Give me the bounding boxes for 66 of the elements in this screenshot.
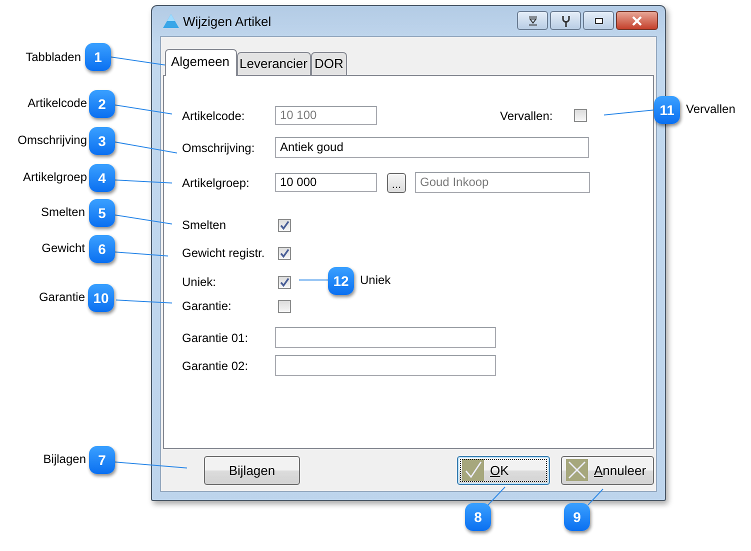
- cross-icon: [566, 459, 588, 481]
- callout-badge: 10: [88, 284, 114, 312]
- callout-label: Artikelcode: [28, 96, 87, 110]
- field-label: Vervallen:: [500, 108, 553, 122]
- callout-label: Uniek: [360, 273, 391, 287]
- leader-line: [114, 214, 172, 224]
- leader-line: [116, 300, 172, 304]
- field-label: Artikelcode:: [182, 108, 246, 122]
- leader-line: [110, 56, 166, 66]
- minimize-icon[interactable]: [583, 11, 614, 30]
- callout-label: Gewicht: [42, 241, 85, 255]
- checkbox[interactable]: [278, 276, 291, 288]
- leader-line: [114, 104, 172, 114]
- field-label: Artikelgroep:: [182, 176, 250, 190]
- tab[interactable]: DOR: [311, 52, 348, 75]
- callout-badge: 9: [564, 503, 590, 531]
- leader-line: [488, 486, 506, 506]
- leader-line: [114, 180, 172, 184]
- lookup-button[interactable]: ...: [387, 172, 406, 192]
- checkbox[interactable]: [278, 300, 291, 312]
- input-field[interactable]: Goud Inkoop: [415, 172, 590, 193]
- callout-label: Smelten: [40, 205, 85, 219]
- checkbox-label: Smelten: [182, 218, 228, 232]
- cancel-button[interactable]: Annuleer: [561, 456, 654, 484]
- callout-label: Tabbladen: [26, 50, 81, 64]
- callout-label: Garantie: [38, 290, 85, 304]
- checkbox[interactable]: [574, 109, 587, 122]
- input-field[interactable]: [275, 327, 496, 348]
- input-field[interactable]: Antiek goud: [275, 137, 589, 158]
- callout-label: Omschrijving: [18, 133, 87, 147]
- tab[interactable]: Leverancier: [236, 52, 312, 75]
- callout-badge: 5: [89, 199, 115, 227]
- checkbox[interactable]: [278, 246, 291, 260]
- checkmark-icon: [462, 459, 484, 481]
- field-label: Omschrijving:: [182, 140, 256, 154]
- callout-badge: 1: [85, 43, 111, 71]
- callout-label: Bijlagen: [43, 452, 86, 466]
- callout-badge: 12: [328, 267, 354, 295]
- callout-badge: 11: [654, 96, 680, 124]
- callout-badge: 6: [89, 235, 115, 263]
- callout-label: Artikelgroep: [22, 170, 87, 184]
- leader-line: [114, 142, 178, 154]
- attachments-button[interactable]: Bijlagen: [204, 456, 300, 484]
- ok-button[interactable]: OK: [457, 456, 550, 484]
- checkbox-label: Garantie:: [182, 299, 232, 313]
- tab[interactable]: Algemeen: [165, 49, 237, 76]
- callout-badge: 8: [465, 503, 491, 531]
- field-label: Garantie 01:: [182, 330, 250, 344]
- triangle-logo-icon: [163, 14, 179, 28]
- checkbox-label: Uniek:: [182, 275, 218, 289]
- input-field[interactable]: 10 000: [275, 173, 377, 192]
- checkbox[interactable]: [278, 218, 291, 232]
- close-icon[interactable]: [616, 11, 658, 30]
- callout-label: Vervallen: [686, 102, 736, 116]
- callout-badge: 4: [89, 164, 115, 192]
- checkbox-label: Gewicht registr.: [182, 246, 266, 260]
- callout-badge: 7: [89, 446, 115, 474]
- leader-line: [604, 110, 654, 116]
- callout-badge: 3: [89, 127, 115, 155]
- field-label: Garantie 02:: [182, 358, 250, 372]
- leader-line: [114, 252, 168, 256]
- window-title: Wijzigen Artikel: [183, 14, 272, 28]
- dropdown-icon[interactable]: [517, 11, 548, 30]
- leader-line: [588, 488, 604, 506]
- input-field[interactable]: [275, 355, 496, 376]
- callout-badge: 2: [89, 90, 115, 118]
